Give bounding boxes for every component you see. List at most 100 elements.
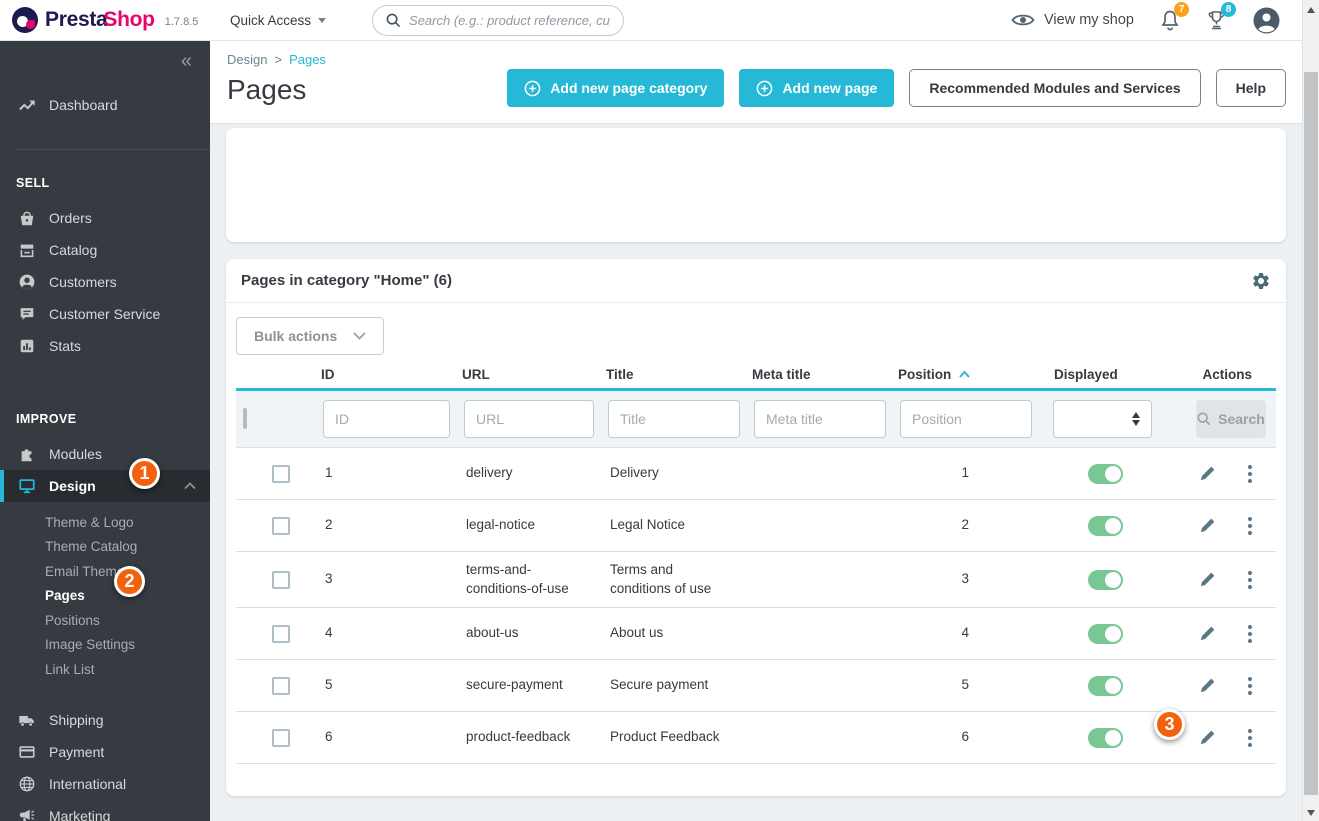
sidebar-item-orders[interactable]: Orders (0, 202, 210, 234)
filter-position-input[interactable] (900, 400, 1032, 438)
displayed-toggle[interactable] (1088, 675, 1123, 696)
edit-button[interactable] (1198, 728, 1217, 747)
panel-body: Bulk actions ID URL Title Meta title Pos… (226, 303, 1286, 764)
displayed-toggle[interactable] (1088, 623, 1123, 644)
sidebar-item-international[interactable]: International (0, 768, 210, 800)
cell-title: Delivery (610, 465, 659, 481)
gear-icon (1253, 272, 1269, 289)
filter-title-input[interactable] (608, 400, 740, 438)
sidebar-item-pages[interactable]: Pages (0, 584, 210, 609)
row-checkbox[interactable] (272, 676, 290, 695)
sidebar-item-catalog[interactable]: Catalog (0, 234, 210, 266)
sidebar-item-link-list[interactable]: Link List (0, 657, 210, 682)
breadcrumb-current[interactable]: Pages (289, 52, 326, 67)
scroll-up-arrow-icon[interactable] (1307, 7, 1315, 13)
displayed-toggle[interactable] (1088, 569, 1123, 590)
row-checkbox[interactable] (272, 624, 290, 643)
displayed-toggle[interactable] (1088, 727, 1123, 748)
sidebar-item-payment[interactable]: Payment (0, 736, 210, 768)
edit-button[interactable] (1198, 676, 1217, 695)
eye-icon (1011, 14, 1035, 26)
sidebar-item-positions[interactable]: Positions (0, 608, 210, 633)
announcements-count-badge: 8 (1221, 2, 1236, 17)
sidebar-item-design[interactable]: Design (0, 470, 210, 502)
add-new-page-category-button[interactable]: Add new page category (507, 69, 725, 107)
filter-search-button[interactable]: Search (1196, 400, 1266, 438)
button-label: Help (1235, 80, 1266, 96)
filter-meta-title-input[interactable] (754, 400, 886, 438)
sidebar-item-modules[interactable]: Modules (0, 438, 210, 470)
grid-settings-button[interactable] (1251, 271, 1271, 291)
cell-title: Legal Notice (610, 517, 686, 533)
column-header-meta-title[interactable]: Meta title (747, 367, 893, 382)
column-header-position[interactable]: Position (893, 367, 1039, 382)
displayed-toggle[interactable] (1088, 515, 1123, 536)
sidebar-item-customers[interactable]: Customers (0, 266, 210, 298)
table-row[interactable]: 3 terms-and-conditions-of-use Terms and … (236, 552, 1276, 608)
scrollbar-thumb[interactable] (1304, 72, 1318, 795)
column-header-url[interactable]: URL (457, 367, 601, 382)
row-checkbox[interactable] (272, 464, 290, 483)
sidebar-item-label: Design (49, 478, 96, 494)
spinner-up-icon (1132, 412, 1140, 418)
spinner-down-icon (1132, 420, 1140, 426)
sidebar-item-theme-logo[interactable]: Theme & Logo (0, 510, 210, 535)
filter-url-input[interactable] (464, 400, 594, 438)
sidebar-item-stats[interactable]: Stats (0, 330, 210, 362)
global-search[interactable] (372, 4, 625, 36)
row-checkbox[interactable] (272, 516, 290, 535)
view-my-shop-link[interactable]: View my shop (1011, 12, 1134, 28)
table-filter-row: Search (236, 391, 1276, 448)
cell-id: 5 (325, 677, 333, 693)
filter-id-input[interactable] (323, 400, 450, 438)
add-new-page-button[interactable]: Add new page (739, 69, 895, 107)
search-input[interactable] (409, 12, 611, 28)
edit-button[interactable] (1198, 516, 1217, 535)
scroll-down-arrow-icon[interactable] (1307, 810, 1315, 816)
select-all-checkbox[interactable] (243, 408, 247, 429)
column-header-title[interactable]: Title (601, 367, 747, 382)
row-checkbox[interactable] (272, 728, 290, 747)
sidebar-item-theme-catalog[interactable]: Theme Catalog (0, 535, 210, 560)
row-actions-menu[interactable] (1244, 623, 1256, 645)
table-row[interactable]: 6 product-feedback Product Feedback 6 (236, 712, 1276, 764)
row-actions-menu[interactable] (1244, 569, 1256, 591)
sidebar-item-dashboard[interactable]: Dashboard (0, 87, 210, 123)
displayed-toggle[interactable] (1088, 463, 1123, 484)
table-row[interactable]: 1 delivery Delivery 1 (236, 448, 1276, 500)
table-row[interactable]: 5 secure-payment Secure payment 5 (236, 660, 1276, 712)
row-actions-menu[interactable] (1244, 515, 1256, 537)
breadcrumb-parent[interactable]: Design (227, 52, 267, 67)
quick-access-menu[interactable]: Quick Access (230, 13, 327, 28)
column-header-actions: Actions (1202, 367, 1252, 382)
row-actions-menu[interactable] (1244, 463, 1256, 485)
vertical-scrollbar[interactable] (1302, 0, 1319, 821)
column-header-id[interactable]: ID (316, 367, 457, 382)
recommended-modules-button[interactable]: Recommended Modules and Services (909, 69, 1201, 107)
sidebar-item-email-theme[interactable]: Email Theme (0, 559, 210, 584)
sidebar-item-shipping[interactable]: Shipping (0, 704, 210, 736)
announcements-trophy[interactable]: 8 (1206, 2, 1236, 31)
sidebar-item-label: Shipping (49, 711, 104, 728)
bulk-actions-button[interactable]: Bulk actions (236, 317, 385, 355)
help-button[interactable]: Help (1215, 69, 1286, 107)
prestashop-logo[interactable]: Presta Shop 1.7.8.5 (0, 7, 214, 33)
puzzle-icon (18, 445, 36, 463)
notifications-bell[interactable]: 7 (1160, 2, 1189, 31)
row-actions-menu[interactable] (1244, 675, 1256, 697)
table-row[interactable]: 2 legal-notice Legal Notice 2 (236, 500, 1276, 552)
sidebar-item-label: Stats (49, 338, 81, 354)
table-row[interactable]: 4 about-us About us 4 (236, 608, 1276, 660)
sidebar-item-customer-service[interactable]: Customer Service (0, 298, 210, 330)
edit-button[interactable] (1198, 624, 1217, 643)
sidebar-item-marketing[interactable]: Marketing (0, 800, 210, 821)
edit-button[interactable] (1198, 570, 1217, 589)
row-actions-menu[interactable] (1244, 727, 1256, 749)
row-checkbox[interactable] (272, 570, 290, 589)
sidebar-collapse-button[interactable]: « (181, 51, 192, 71)
sidebar-item-image-settings[interactable]: Image Settings (0, 633, 210, 658)
edit-button[interactable] (1198, 464, 1217, 483)
filter-displayed-select[interactable] (1053, 400, 1152, 438)
user-avatar[interactable] (1253, 7, 1280, 34)
column-header-displayed[interactable]: Displayed (1039, 367, 1189, 382)
